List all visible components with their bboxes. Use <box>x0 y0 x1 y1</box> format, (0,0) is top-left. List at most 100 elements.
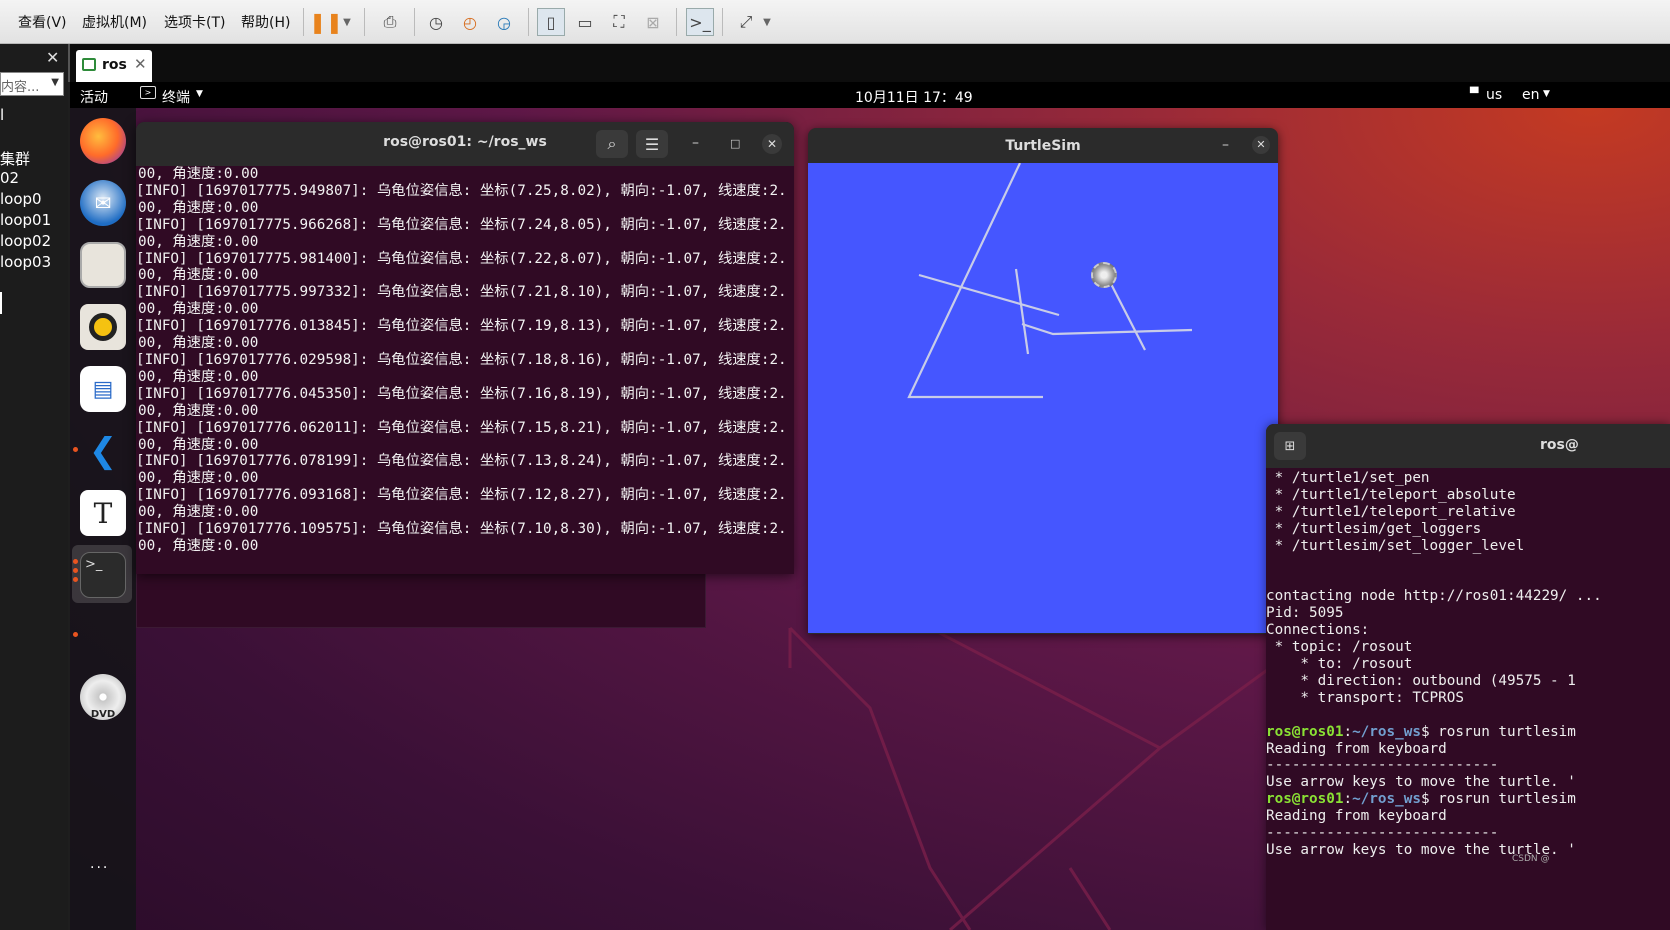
library-item[interactable]: loop0 <box>0 190 42 208</box>
turtle-icon[interactable] <box>1091 262 1117 288</box>
unity-mode-icon[interactable]: ⊠ <box>639 8 667 36</box>
terminal-window-main[interactable]: ros@ros01: ~/ros_ws ⌕ ☰ – □ ✕ 00, 角速度:0.… <box>136 122 794 574</box>
terminal-output[interactable]: 00, 角速度:0.00 [INFO] [1697017775.949807]: … <box>136 166 794 574</box>
send-keys-icon[interactable]: ⎙ <box>376 8 404 36</box>
terminal-line: [INFO] [1697017775.949807]: 乌龟位姿信息: 坐标(7… <box>136 182 787 199</box>
toolbar-separator <box>414 8 415 36</box>
terminal-line: Reading from keyboard <box>1266 808 1447 825</box>
terminal-line: [INFO] [1697017776.093168]: 乌龟位姿信息: 坐标(7… <box>136 487 787 504</box>
activities-button[interactable]: 活动 <box>80 87 108 107</box>
dvd-icon[interactable]: DVD <box>80 674 126 720</box>
terminal-line: [INFO] [1697017776.045350]: 乌龟位姿信息: 坐标(7… <box>136 385 787 402</box>
terminal-app-icon: > <box>140 86 156 99</box>
snapshot-manager-icon[interactable]: ◶ <box>490 8 518 36</box>
revert-snapshot-icon[interactable]: ◴ <box>456 8 484 36</box>
terminal-header[interactable]: ⊞ ros@ <box>1266 424 1670 468</box>
keyboard-indicator[interactable]: us <box>1486 87 1502 103</box>
search-placeholder: 内容... <box>1 80 40 95</box>
rhythmbox-icon[interactable] <box>80 304 126 350</box>
chevron-down-icon[interactable]: ▼ <box>758 8 776 36</box>
terminal-line: [INFO] [1697017776.013845]: 乌龟位姿信息: 坐标(7… <box>136 318 787 335</box>
show-apps-icon[interactable]: ··· <box>90 860 109 876</box>
close-icon[interactable]: ✕ <box>1252 136 1270 154</box>
vmware-library-panel: ✕ 内容... ▼ l 集群 02 loop0 loop01 loop02 lo… <box>0 44 68 930</box>
turtlesim-header[interactable]: TurtleSim – ✕ <box>808 128 1278 163</box>
terminal-line: 00, 角速度:0.00 <box>138 436 259 453</box>
vscode-icon[interactable]: ❮ <box>80 428 126 474</box>
menu-help[interactable]: 帮助(H) <box>241 12 290 32</box>
sidebar-toggle-icon[interactable]: ▯ <box>537 8 565 36</box>
terminal-line: [INFO] [1697017775.981400]: 乌龟位姿信息: 坐标(7… <box>136 250 787 267</box>
prompt-user: ros@ros01 <box>1266 723 1344 740</box>
pause-icon[interactable]: ❚❚ <box>309 8 343 36</box>
turtle-trail <box>907 163 1193 399</box>
tab-label: ros <box>102 57 127 73</box>
menu-view[interactable]: 查看(V) <box>18 12 67 32</box>
fullscreen-icon[interactable]: ⛶ <box>605 8 633 36</box>
stretch-icon[interactable]: ⤢ <box>732 8 760 36</box>
console-view-icon[interactable]: >_ <box>686 8 714 36</box>
files-icon[interactable] <box>80 242 126 288</box>
turtlesim-window[interactable]: TurtleSim – ✕ <box>808 128 1278 634</box>
prompt-command: $ rosrun turtlesim <box>1420 791 1576 808</box>
vmware-tab-strip <box>68 44 1670 82</box>
prompt-command: $ rosrun turtlesim <box>1420 723 1576 740</box>
terminal-line: 00, 角速度:0.00 <box>138 233 259 250</box>
close-icon[interactable]: ✕ <box>46 48 59 67</box>
thunderbird-icon[interactable]: ✉ <box>80 180 126 226</box>
library-item[interactable]: loop03 <box>0 253 51 271</box>
library-item[interactable]: 集群 <box>0 148 30 169</box>
terminal-prompt-line: ros@ros01:~/ros_ws$ rosrun turtlesim <box>1266 791 1576 808</box>
terminal-line: * /turtle1/teleport_relative <box>1266 503 1516 520</box>
chevron-down-icon[interactable]: ▼ <box>196 89 203 99</box>
chevron-down-icon[interactable]: ▼ <box>51 77 59 88</box>
menu-vm[interactable]: 虚拟机(M) <box>82 12 147 32</box>
library-item[interactable]: l <box>0 106 4 124</box>
turtlesim-canvas[interactable] <box>808 163 1278 633</box>
terminal-line: contacting node http://ros01:44229/ ... <box>1266 588 1602 605</box>
minimize-icon[interactable]: – <box>1222 137 1229 153</box>
toolbar-separator <box>722 8 723 36</box>
firefox-icon[interactable] <box>80 118 126 164</box>
terminal-line: 00, 角速度:0.00 <box>138 166 259 182</box>
close-icon[interactable]: ✕ <box>762 134 782 154</box>
maximize-icon[interactable]: □ <box>730 137 740 150</box>
chevron-down-icon[interactable]: ▼ <box>1543 89 1550 99</box>
writer-icon[interactable]: ▤ <box>80 366 126 412</box>
prompt-path: ~/ros_ws <box>1352 723 1421 740</box>
library-item[interactable]: loop01 <box>0 211 51 229</box>
library-item[interactable]: 02 <box>0 169 19 187</box>
terminal-output[interactable]: * /turtle1/set_pen * /turtle1/teleport_a… <box>1266 470 1670 930</box>
library-search-input[interactable]: 内容... ▼ <box>0 72 64 96</box>
text-editor-icon[interactable]: T <box>80 490 126 536</box>
terminal-window-secondary[interactable]: ⊞ ros@ * /turtle1/set_pen * /turtle1/tel… <box>1266 424 1670 930</box>
search-icon[interactable]: ⌕ <box>596 130 628 158</box>
terminal-line: [INFO] [1697017776.029598]: 乌龟位姿信息: 坐标(7… <box>136 351 787 368</box>
menu-tabs[interactable]: 选项卡(T) <box>164 12 225 32</box>
running-indicator <box>73 568 78 573</box>
app-menu-terminal[interactable]: 终端 <box>162 87 190 107</box>
keyboard-icon: ▀ <box>1470 87 1479 100</box>
tab-close-icon[interactable]: ✕ <box>134 55 147 73</box>
terminal-prompt-line: ros@ros01:~/ros_ws$ rosrun turtlesim <box>1266 723 1576 740</box>
library-item[interactable]: loop02 <box>0 232 51 250</box>
hamburger-menu-icon[interactable]: ☰ <box>636 130 668 158</box>
chevron-down-icon[interactable]: ▼ <box>338 8 356 36</box>
terminal-line: --------------------------- <box>1266 757 1499 774</box>
input-method-indicator[interactable]: en <box>1522 87 1540 103</box>
terminal-icon[interactable]: >_ <box>80 552 126 598</box>
minimize-icon[interactable]: – <box>692 135 699 151</box>
clock[interactable]: 10月11日 17：49 <box>855 87 973 107</box>
terminal-line: * /turtlesim/set_logger_level <box>1266 537 1525 554</box>
thumbnail-bar-icon[interactable]: ▭ <box>571 8 599 36</box>
new-tab-icon[interactable]: ⊞ <box>1274 432 1306 460</box>
terminal-header[interactable]: ros@ros01: ~/ros_ws ⌕ ☰ – □ ✕ <box>136 122 794 166</box>
terminal-line: * transport: TCPROS <box>1266 689 1464 706</box>
terminal-line: 00, 角速度:0.00 <box>138 267 259 284</box>
prompt-user: ros@ros01 <box>1266 791 1344 808</box>
tab-ros[interactable]: ros ✕ <box>76 50 152 82</box>
snapshot-icon[interactable]: ◷ <box>422 8 450 36</box>
terminal-line: 00, 角速度:0.00 <box>138 199 259 216</box>
terminal-line: 00, 角速度:0.00 <box>138 335 259 352</box>
